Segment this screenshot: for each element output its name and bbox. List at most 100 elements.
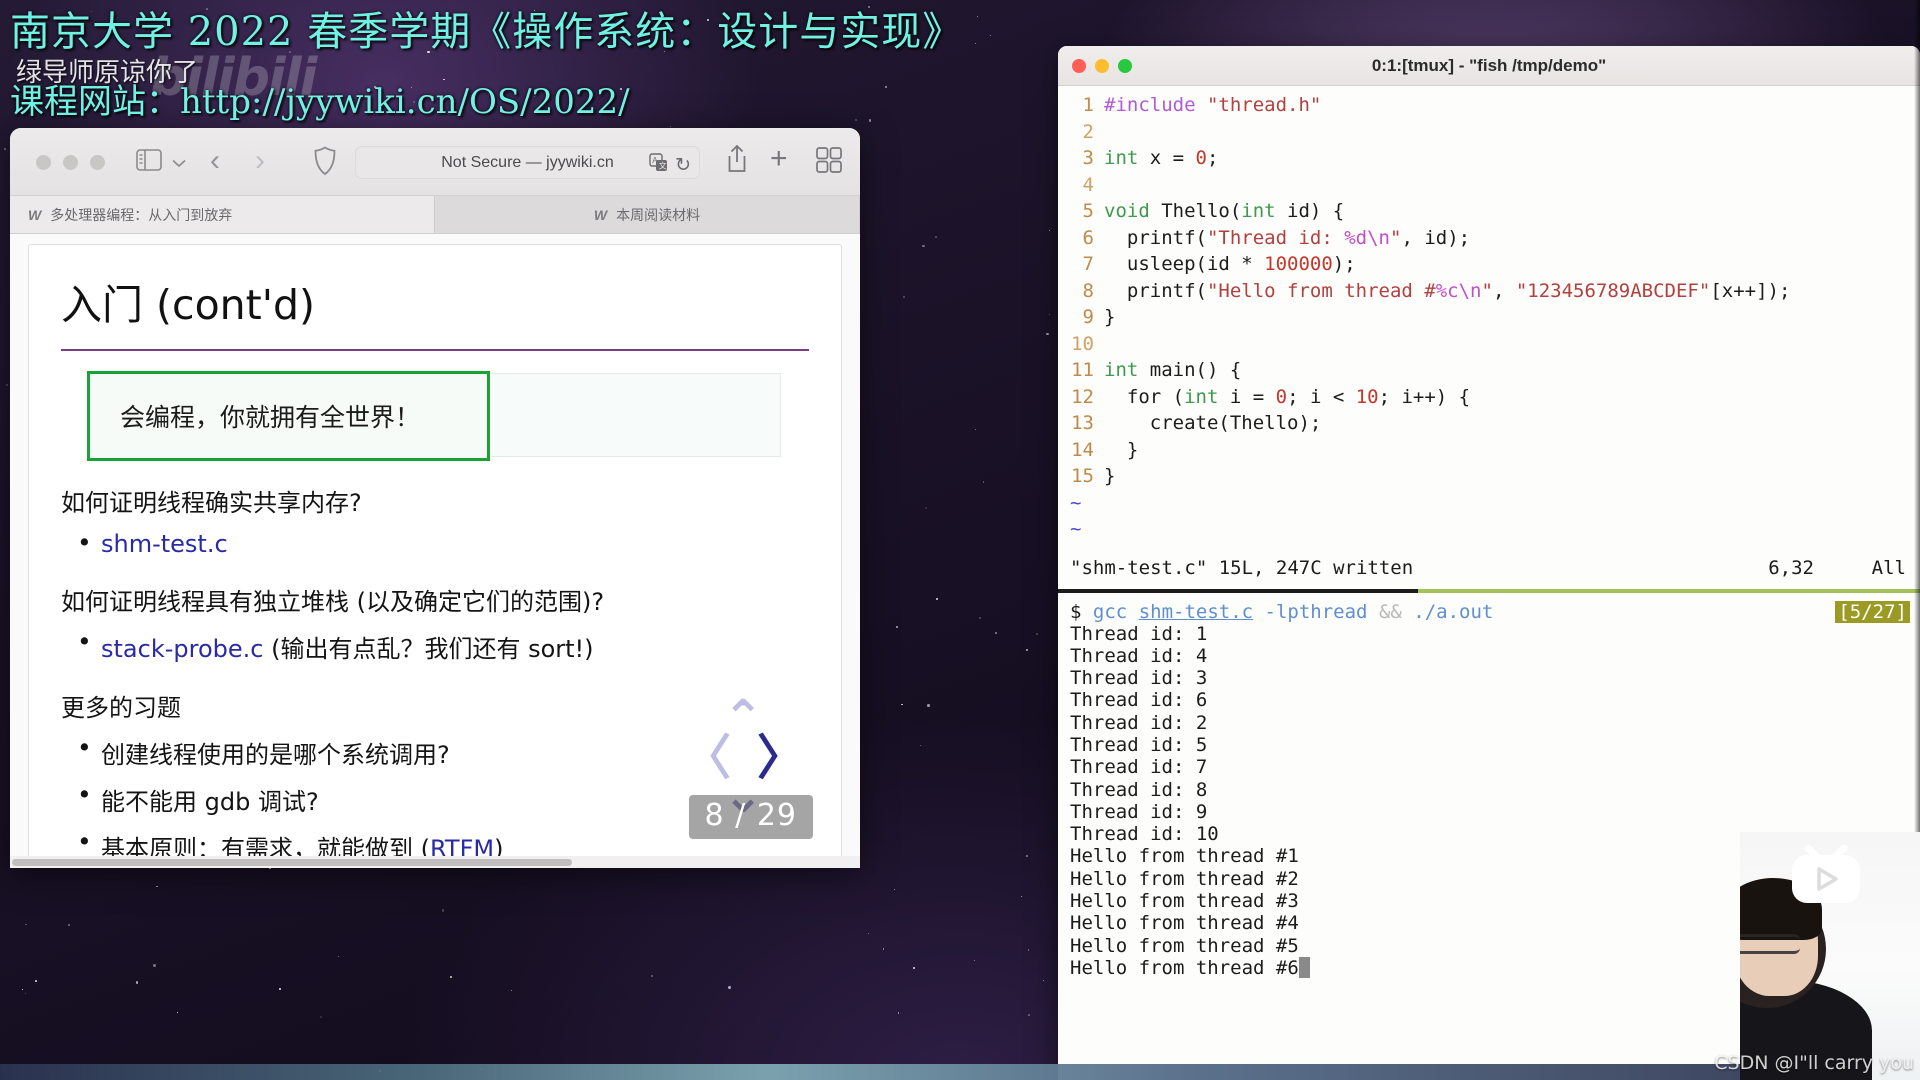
code-line: 10 xyxy=(1058,331,1920,358)
back-button[interactable]: ‹ xyxy=(210,144,220,178)
tab-overview-icon[interactable] xyxy=(816,147,842,178)
line-number: 5 xyxy=(1082,200,1094,222)
horizontal-scrollbar[interactable] xyxy=(10,856,860,868)
window-traffic-lights[interactable] xyxy=(36,155,105,170)
tab-bar[interactable]: W 多处理器编程：从入门到放弃 W 本周阅读材料 xyxy=(10,196,860,234)
maximize-icon[interactable] xyxy=(1118,58,1132,73)
tab-label: 多处理器编程：从入门到放弃 xyxy=(50,206,233,223)
vim-editor-pane[interactable]: 1 #include "thread.h" 2 3 int x = 0; 4 5 void T… xyxy=(1058,92,1920,490)
shell-command-line[interactable]: $ gcc shm-test.c -lpthread && ./a.out [5… xyxy=(1058,600,1920,623)
course-site-url: 课程网站：http://jyywiki.cn/OS/2022/ xyxy=(10,81,630,122)
code-line: 1 #include "thread.h" xyxy=(1058,92,1920,119)
tab-multiprocessor-programming[interactable]: W 多处理器编程：从入门到放弃 xyxy=(10,196,435,233)
screen-root: bilibili 南京大学 2022 春季学期《操作系统：设计与实现》 课程网站… xyxy=(0,0,1920,1080)
code-text: } xyxy=(1104,438,1139,461)
code-text: printf("Thread id: %d\n", id); xyxy=(1104,226,1471,249)
quote-text: 会编程，你就拥有全世界！ xyxy=(120,403,421,432)
webcam-overlay xyxy=(1740,832,1920,1080)
section-list-2: stack-probe.c (输出有点乱？我们还有 sort!) xyxy=(61,627,809,664)
bilibili-tv-logo-icon xyxy=(1786,844,1866,906)
web-page-viewport: 入门 (cont'd) 会编程，你就拥有全世界！ 如何证明线程确实共享内存? s… xyxy=(10,234,860,868)
line-number: 15 xyxy=(1071,465,1094,487)
browser-window: ‹ › Not Secure — jyywiki.cn A 文 ↻ + W 多处… xyxy=(10,128,860,868)
list-item: shm-test.c xyxy=(61,528,809,558)
favicon-icon: W xyxy=(593,206,608,223)
slide-page-counter: 8 / 29 xyxy=(688,795,813,839)
slide-title: 入门 (cont'd) xyxy=(61,271,809,351)
address-bar[interactable]: Not Secure — jyywiki.cn A 文 ↻ xyxy=(355,146,700,179)
line-number: 11 xyxy=(1071,359,1094,381)
section-heading-1: 如何证明线程确实共享内存? xyxy=(61,489,362,517)
code-line: 5 void Thello(int id) { xyxy=(1058,198,1920,225)
terminal-cursor xyxy=(1298,956,1310,978)
vim-status-line: "shm-test.c" 15L, 247C written 6,32 All xyxy=(1058,543,1920,579)
vim-file-status: "shm-test.c" 15L, 247C written xyxy=(1070,556,1414,579)
nav-right-arrow[interactable]: 〉 xyxy=(757,735,805,783)
code-line: 15} xyxy=(1058,463,1920,490)
section-heading-2: 如何证明线程具有独立堆栈 (以及确定它们的范围)? xyxy=(61,588,605,616)
code-line: 7 usleep(id * 100000); xyxy=(1058,251,1920,278)
scrollbar-thumb[interactable] xyxy=(12,859,572,866)
new-tab-button[interactable]: + xyxy=(770,142,788,176)
command-file-arg[interactable]: shm-test.c xyxy=(1139,601,1253,623)
link-stack-probe[interactable]: stack-probe.c xyxy=(101,635,263,663)
code-text: usleep(id * 100000); xyxy=(1104,253,1356,275)
tab-weekly-reading[interactable]: W 本周阅读材料 xyxy=(435,196,860,233)
code-line: 3 int x = 0; xyxy=(1058,145,1920,172)
csdn-watermark: CSDN @I"ll carry you xyxy=(1714,1052,1914,1074)
code-text: #include "thread.h" xyxy=(1104,94,1322,116)
code-line: 14 } xyxy=(1058,437,1920,464)
maximize-icon[interactable] xyxy=(90,155,105,170)
share-icon[interactable] xyxy=(726,144,748,179)
svg-text:文: 文 xyxy=(659,161,667,171)
forward-button[interactable]: › xyxy=(255,144,265,178)
close-icon[interactable] xyxy=(1072,58,1086,73)
shell-output-line: Thread id: 3 xyxy=(1070,667,1208,690)
vim-tilde-marker: ~ xyxy=(1070,518,1082,540)
shell-output-line: Thread id: 2 xyxy=(1070,711,1208,734)
close-icon[interactable] xyxy=(36,155,51,170)
sidebar-icon[interactable] xyxy=(136,149,162,176)
chevron-down-icon[interactable] xyxy=(172,155,186,172)
code-line: 9} xyxy=(1058,304,1920,331)
line-number: 13 xyxy=(1071,412,1094,434)
code-line: 2 xyxy=(1058,119,1920,146)
last-output-text: Hello from thread #6 xyxy=(1070,956,1299,979)
command-operator: && xyxy=(1378,600,1402,623)
code-line: 8 printf("Hello from thread #%c\n", "123… xyxy=(1058,278,1920,305)
code-line: 4 xyxy=(1058,172,1920,199)
shell-output-line: Thread id: 4 xyxy=(1070,644,1208,667)
code-text: int x = 0; xyxy=(1104,147,1219,169)
address-bar-actions[interactable]: A 文 ↻ xyxy=(649,153,691,178)
shield-icon[interactable] xyxy=(313,146,337,181)
line-number: 6 xyxy=(1082,226,1094,249)
line-number: 8 xyxy=(1082,279,1094,302)
highlight-quote-box: 会编程，你就拥有全世界！ xyxy=(87,371,490,461)
minimize-icon[interactable] xyxy=(1095,58,1109,73)
code-line: 6 printf("Thread id: %d\n", id); xyxy=(1058,225,1920,252)
shell-output-line: Thread id: 7 xyxy=(1070,756,1208,779)
command-run: ./a.out xyxy=(1413,600,1494,623)
prompt-symbol: $ xyxy=(1070,600,1082,623)
code-text: int main() { xyxy=(1104,359,1242,381)
list-item: stack-probe.c (输出有点乱？我们还有 sort!) xyxy=(61,627,809,664)
shell-output-line: Thread id: 1 xyxy=(1070,622,1208,645)
terminal-titlebar: 0:1:[tmux] - "fish /tmp/demo" xyxy=(1058,46,1920,86)
line-number: 10 xyxy=(1071,332,1094,355)
translate-icon[interactable]: A 文 xyxy=(649,153,669,178)
tab-label: 本周阅读材料 xyxy=(616,206,701,223)
code-line: 13 create(Thello); xyxy=(1058,410,1920,437)
quote-row: 会编程，你就拥有全世界！ xyxy=(61,371,809,461)
code-text: for (int i = 0; i < 10; i++) { xyxy=(1104,385,1471,408)
window-traffic-lights[interactable] xyxy=(1072,58,1132,73)
line-number: 1 xyxy=(1082,94,1094,116)
list-item-text: 能不能用 gdb 调试? xyxy=(101,788,319,816)
reload-icon[interactable]: ↻ xyxy=(675,154,691,177)
link-shm-test[interactable]: shm-test.c xyxy=(101,530,228,558)
vim-cursor-position: 6,32 xyxy=(1768,556,1814,579)
minimize-icon[interactable] xyxy=(63,155,78,170)
browser-toolbar: ‹ › Not Secure — jyywiki.cn A 文 ↻ + xyxy=(10,128,860,196)
code-text: } xyxy=(1104,306,1116,328)
line-number: 14 xyxy=(1071,438,1094,461)
vim-tilde-marker: ~ xyxy=(1070,491,1082,514)
